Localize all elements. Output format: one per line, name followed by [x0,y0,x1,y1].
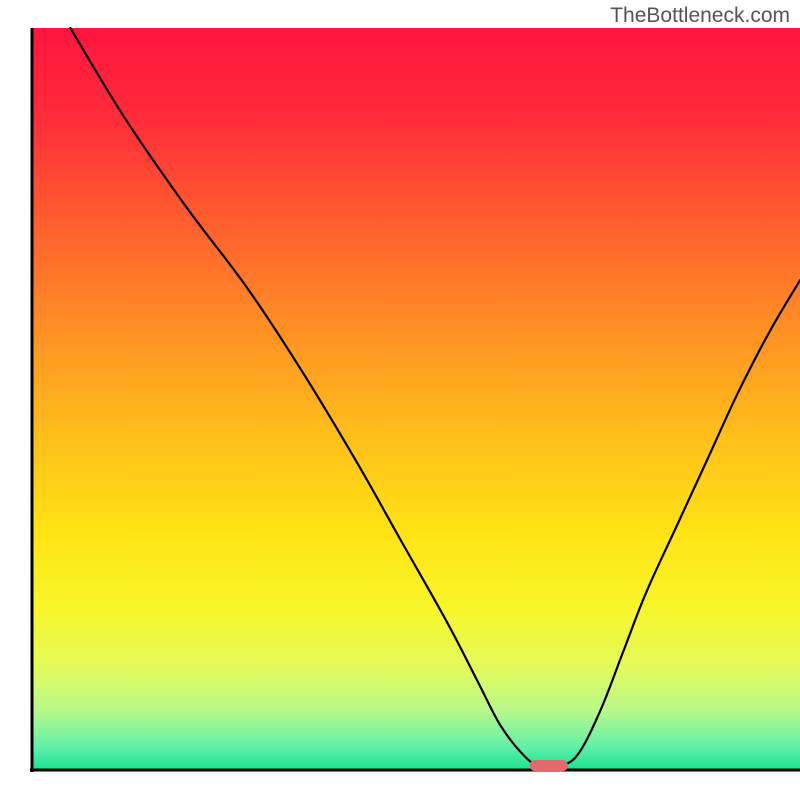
bottleneck-chart [0,0,800,800]
watermark-text: TheBottleneck.com [610,4,790,28]
optimal-marker [530,760,568,771]
plot-background [32,28,800,770]
